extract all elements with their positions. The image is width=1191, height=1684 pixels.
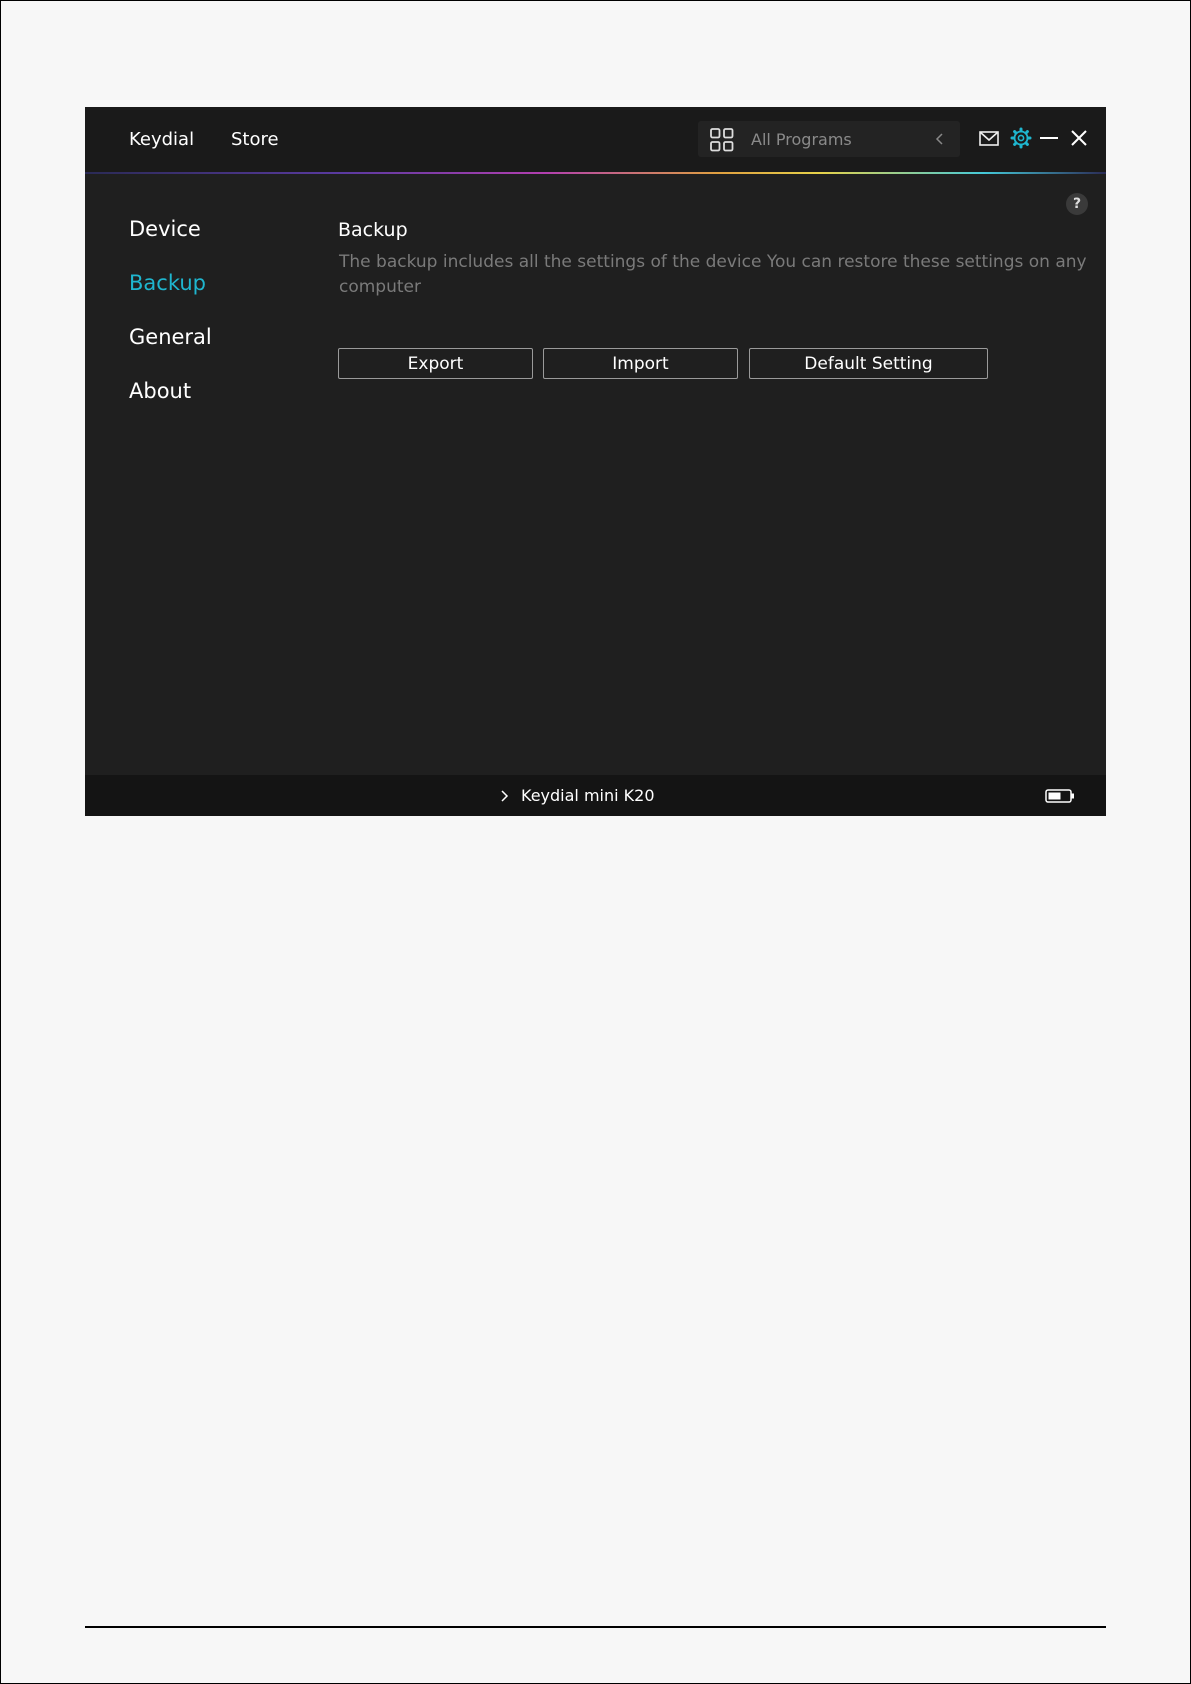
help-icon[interactable]: ?	[1066, 193, 1088, 215]
export-button[interactable]: Export	[338, 348, 533, 379]
page-title: Backup	[338, 219, 408, 241]
sidebar-item-backup[interactable]: Backup	[129, 271, 206, 295]
import-button[interactable]: Import	[543, 348, 738, 379]
status-bar: Keydial mini K20	[85, 775, 1106, 816]
section-description: The backup includes all the settings of …	[339, 252, 1087, 297]
sidebar-item-about[interactable]: About	[129, 379, 191, 403]
titlebar: Keydial Store All Programs	[85, 107, 1106, 172]
device-name[interactable]: Keydial mini K20	[521, 786, 655, 805]
close-icon[interactable]	[1068, 127, 1090, 149]
chevron-left-icon[interactable]	[934, 132, 946, 146]
mail-icon[interactable]	[978, 127, 1000, 149]
nav-tab-keydial[interactable]: Keydial	[129, 129, 194, 150]
sidebar-item-general[interactable]: General	[129, 325, 212, 349]
nav-tab-store[interactable]: Store	[231, 129, 279, 150]
program-select[interactable]: All Programs	[698, 121, 960, 157]
footer-rule	[85, 1626, 1106, 1628]
grid-icon	[710, 128, 734, 152]
default-setting-button[interactable]: Default Setting	[749, 348, 988, 379]
app-window: Keydial Store All Programs Device Backup…	[85, 107, 1106, 816]
gear-icon[interactable]	[1010, 127, 1032, 149]
chevron-right-icon[interactable]	[500, 789, 510, 803]
battery-icon	[1045, 789, 1074, 803]
program-select-value: All Programs	[751, 130, 852, 149]
sidebar-item-device[interactable]: Device	[129, 217, 201, 241]
minimize-icon[interactable]	[1038, 127, 1060, 149]
titlebar-divider	[85, 172, 1106, 174]
